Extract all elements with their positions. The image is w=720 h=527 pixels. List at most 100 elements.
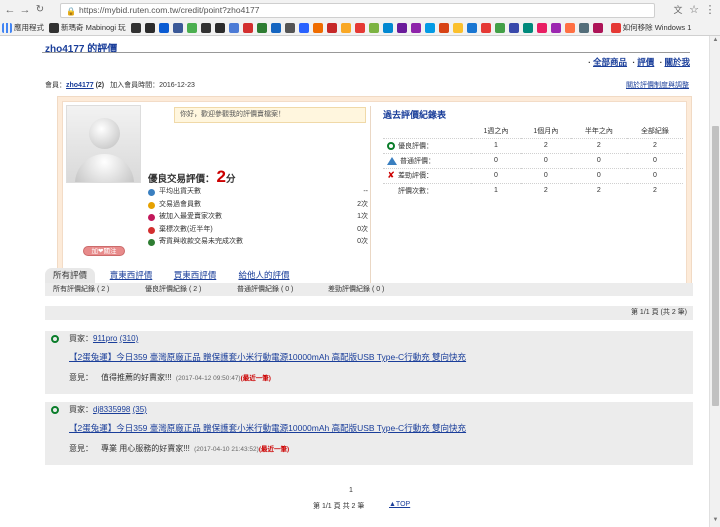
member-label: 會員：: [45, 82, 66, 89]
bookmark-favicon-icon[interactable]: [312, 23, 323, 34]
filter-all[interactable]: 所有評價紀錄 ( 2 ): [53, 283, 109, 296]
normal-triangle-icon: [387, 156, 397, 165]
bookmark-favicon-icon[interactable]: [592, 23, 603, 34]
stat-icon: [148, 226, 155, 234]
table-cell: 2: [570, 182, 627, 198]
tab-all-ratings[interactable]: 所有評價: [45, 268, 95, 283]
member-name-link[interactable]: zho4177: [66, 82, 94, 89]
filter-good[interactable]: 優良評價紀錄 ( 2 ): [145, 283, 201, 296]
bookmark-favicon-icon[interactable]: [284, 23, 295, 34]
bookmark-item[interactable]: 如何移除 Windows 1: [609, 20, 691, 36]
tab-given-ratings[interactable]: 給他人的評價: [231, 268, 297, 283]
address-bar[interactable]: 🔒 https://mybid.ruten.com.tw/credit/poin…: [60, 3, 655, 18]
bookmark-favicon-icon[interactable]: [480, 23, 491, 34]
forward-icon[interactable]: →: [18, 3, 32, 17]
table-cell: 2: [520, 137, 571, 153]
bookmark-favicon-icon[interactable]: [382, 23, 393, 34]
bookmark-favicon-icon[interactable]: [508, 23, 519, 34]
bookmark-favicon-icon[interactable]: [550, 23, 561, 34]
bookmark-label: 新瑪奇 Mabinogi 玩: [61, 23, 126, 33]
tab-buyer-ratings[interactable]: 買東西評價: [167, 268, 223, 283]
bookmark-favicon-icon[interactable]: [242, 23, 253, 34]
bookmark-favicon-icon[interactable]: [368, 23, 379, 34]
scrollbar-thumb[interactable]: [712, 126, 719, 406]
buyer-link[interactable]: 911pro: [93, 334, 117, 343]
star-icon[interactable]: ☆: [687, 3, 701, 17]
filter-bad[interactable]: 差勁評價紀錄 ( 0 ): [328, 283, 384, 296]
bookmark-favicon-icon[interactable]: [158, 23, 169, 34]
bookmark-favicon-icon[interactable]: [186, 23, 197, 34]
row-label-cell: 普通評價：: [383, 152, 471, 168]
tab-seller-ratings[interactable]: 賣東西評價: [103, 268, 159, 283]
bookmark-favicon-icon[interactable]: [214, 23, 225, 34]
bookmark-favicon-icon[interactable]: [536, 23, 547, 34]
good-rating-icon: [51, 335, 59, 343]
buyer-link[interactable]: dj8335998: [93, 405, 130, 414]
good-score-label: 優良交易評價：: [148, 174, 215, 185]
table-cell: 0: [626, 152, 683, 168]
stat-row: 棄標次數(近半年) 0次: [148, 224, 368, 237]
bookmark-favicon-icon[interactable]: [144, 23, 155, 34]
bookmark-favicon-icon[interactable]: [438, 23, 449, 34]
good-score-unit: 分: [225, 174, 236, 185]
stat-value: 0次: [357, 238, 368, 246]
bookmark-item[interactable]: 應用程式: [0, 20, 44, 36]
reload-icon[interactable]: ↻: [33, 3, 47, 17]
bookmark-favicon-icon[interactable]: [410, 23, 421, 34]
pager-info: 第 1/1 頁 (共 2 筆): [630, 309, 687, 316]
bookmark-favicon-icon[interactable]: [522, 23, 533, 34]
browser-navbar: ← → ↻ 🔒 https://mybid.ruten.com.tw/credi…: [0, 0, 720, 20]
table-cell: 2: [626, 137, 683, 153]
bookmark-favicon-icon[interactable]: [354, 23, 365, 34]
about-me-link[interactable]: 關於我: [664, 57, 690, 67]
avatar: [66, 105, 141, 183]
table-row: 評價次數： 1 2 2 2: [383, 182, 683, 198]
rules-link[interactable]: 關於評價制度與調整: [626, 80, 689, 90]
all-products-link[interactable]: 全部商品: [593, 57, 627, 67]
bookmark-favicon-icon[interactable]: [326, 23, 337, 34]
table-cell: 0: [520, 167, 571, 183]
scrollbar[interactable]: ▲ ▼: [709, 36, 720, 527]
greeting-box: 你好，歡迎參觀我的評價賣檔案！: [174, 107, 366, 123]
filter-normal[interactable]: 普通評價紀錄 ( 0 ): [237, 283, 293, 296]
bookmark-favicon-icon: [49, 23, 59, 34]
bookmark-favicon-icon[interactable]: [340, 23, 351, 34]
bookmark-favicon-icon[interactable]: [494, 23, 505, 34]
bookmark-favicon-icon[interactable]: [424, 23, 435, 34]
member-score: (2): [95, 82, 105, 89]
buyer-score-link[interactable]: (35): [133, 405, 147, 414]
ratings-link[interactable]: 評價: [637, 57, 654, 67]
review-item-title[interactable]: 【2蛋兔運】今日359 臺灣原廠正品 贈保護套小米行動電源10000mAh 高配…: [69, 422, 466, 434]
scroll-down-icon[interactable]: ▼: [711, 517, 720, 526]
bookmark-item[interactable]: 新瑪奇 Mabinogi 玩: [47, 20, 126, 36]
follow-button[interactable]: 加❤關注: [83, 246, 125, 256]
bookmark-favicon-icon[interactable]: [228, 23, 239, 34]
review-item-title[interactable]: 【2蛋兔運】今日359 臺灣原廠正品 贈保護套小米行動電源10000mAh 高配…: [69, 351, 466, 363]
recent-link[interactable]: (最近一筆): [241, 375, 271, 382]
bookmark-favicon-icon[interactable]: [270, 23, 281, 34]
menu-icon[interactable]: ⋮: [703, 3, 717, 17]
page-number[interactable]: 1: [349, 487, 353, 494]
stat-icon: [148, 239, 155, 247]
bookmark-favicon-icon[interactable]: [466, 23, 477, 34]
bookmark-favicon-icon[interactable]: [578, 23, 589, 34]
bookmark-favicon-icon[interactable]: [396, 23, 407, 34]
recent-link[interactable]: (最近一筆): [259, 446, 289, 453]
stat-icon: [148, 201, 155, 209]
bookmark-favicon-icon[interactable]: [564, 23, 575, 34]
back-icon[interactable]: ←: [3, 3, 17, 17]
bookmark-favicon-icon[interactable]: [172, 23, 183, 34]
bookmark-favicon-icon[interactable]: [298, 23, 309, 34]
stat-row: 寄貨與收款交易未完成次數 0次: [148, 236, 368, 249]
translate-icon[interactable]: 文: [671, 3, 685, 17]
stat-value: 1次: [357, 213, 368, 221]
bookmark-favicon-icon[interactable]: [130, 23, 141, 34]
buyer-score-link[interactable]: (310): [120, 334, 139, 343]
filter-bar: 所有評價紀錄 ( 2 ) 優良評價紀錄 ( 2 ) 普通評價紀錄 ( 0 ) 差…: [45, 283, 693, 296]
scroll-up-icon[interactable]: ▲: [711, 37, 720, 46]
bookmark-favicon-icon[interactable]: [200, 23, 211, 34]
bookmark-favicon-icon[interactable]: [256, 23, 267, 34]
panel-divider: [370, 106, 371, 284]
back-to-top-link[interactable]: ▲TOP: [389, 501, 410, 508]
bookmark-favicon-icon[interactable]: [452, 23, 463, 34]
